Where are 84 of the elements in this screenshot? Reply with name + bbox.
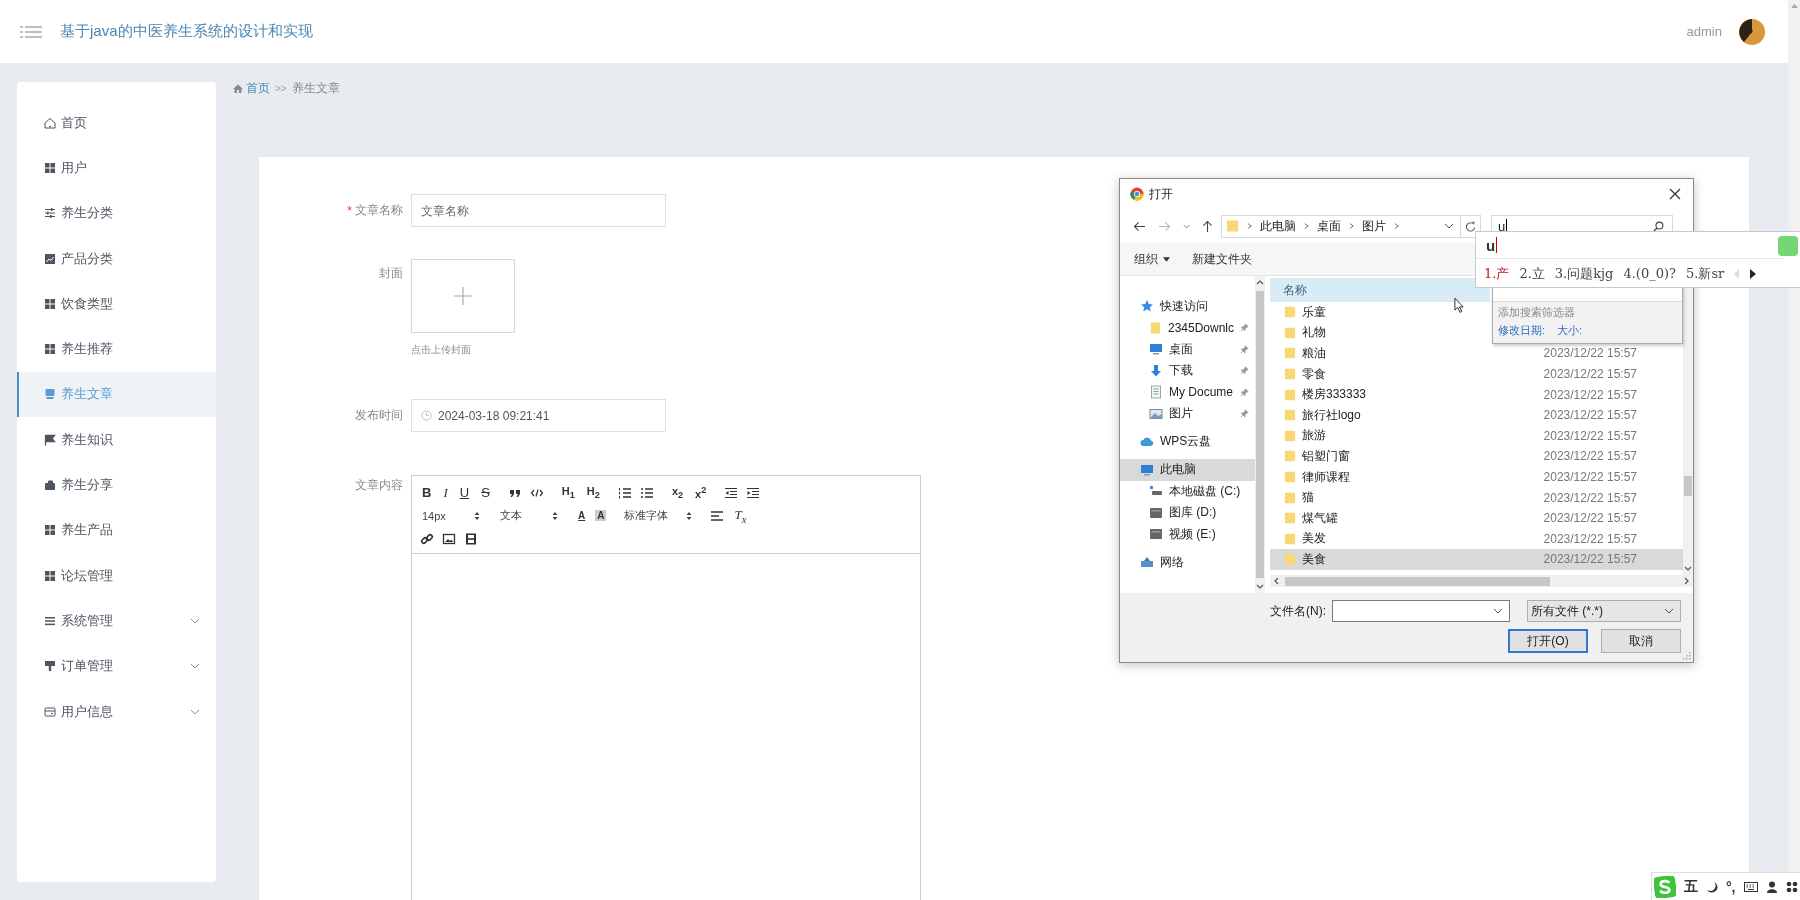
toolbar-select[interactable]: 文本 <box>498 508 560 523</box>
ime-candidate[interactable]: 2.立 <box>1519 264 1545 283</box>
file-row[interactable]: 楼房333333 2023/12/22 15:57 <box>1270 384 1683 405</box>
file-row[interactable]: 铝塑门窗 2023/12/22 15:57 <box>1270 446 1683 467</box>
path-segment[interactable]: 此电脑 <box>1260 217 1296 235</box>
clear-format-button[interactable]: T$_{x}$ <box>732 506 749 525</box>
nav-item[interactable]: 此电脑 <box>1120 458 1255 481</box>
field-label: 文章内容 <box>354 477 404 494</box>
required-mark: * <box>347 203 352 218</box>
heading-button[interactable]: H$_{2}$ <box>584 484 602 501</box>
sidebar-item[interactable]: 养生推荐 <box>17 326 216 372</box>
sidebar-item[interactable]: 养生分享 <box>17 462 216 508</box>
field-label: 文章名称 <box>355 202 403 219</box>
nav-item[interactable]: 图片 <box>1120 403 1255 425</box>
field-label: 封面 <box>378 265 404 282</box>
file-row[interactable]: 粮油 2023/12/22 15:57 <box>1270 343 1683 364</box>
nav-item[interactable]: 桌面 <box>1120 338 1255 360</box>
filter-link[interactable]: 大小: <box>1557 323 1583 338</box>
sidebar-item[interactable]: 用户信息 <box>17 688 216 735</box>
nav-item[interactable]: 视频 (E:) <box>1120 523 1255 545</box>
sidebar-item[interactable]: 首页 <box>17 100 216 146</box>
filename-label: 文件名(N): <box>1270 602 1326 620</box>
background-color-button[interactable]: A <box>595 510 607 521</box>
nav-item[interactable]: 本地磁盘 (C:) <box>1120 480 1255 502</box>
sidebar-item[interactable]: 论坛管理 <box>17 552 216 599</box>
breadcrumb-separator: >> <box>275 82 287 94</box>
date-field[interactable]: 2024-03-18 09:21:41 <box>411 399 666 432</box>
field-label: 发布时间 <box>354 407 404 424</box>
ime-input-text: u <box>1486 236 1496 254</box>
filter-link[interactable]: 修改日期: <box>1498 323 1546 338</box>
path-segment[interactable]: 桌面 <box>1317 217 1341 235</box>
ime-candidate[interactable]: 4.(0_0)? <box>1623 266 1676 281</box>
toolbar-select[interactable]: 标准字体 <box>622 508 695 523</box>
new-folder-button[interactable]: 新建文件夹 <box>1192 250 1252 268</box>
file-row[interactable]: 旅游 2023/12/22 15:57 <box>1270 425 1683 447</box>
nav-item[interactable]: 图库 (D:) <box>1120 502 1255 524</box>
sidebar-item[interactable]: 订单管理 <box>17 643 216 689</box>
file-row[interactable]: 猫 2023/12/22 15:57 <box>1270 487 1683 508</box>
heading-button[interactable]: H$_{1}$ <box>559 484 577 501</box>
dialog-button[interactable]: 取消 <box>1601 629 1681 653</box>
nav-item[interactable]: My Docume <box>1120 381 1255 403</box>
nav-item[interactable]: 快速访问 <box>1120 295 1255 317</box>
sidebar-item[interactable]: 用户 <box>17 145 216 191</box>
breadcrumb-link[interactable]: 首页 <box>246 79 270 97</box>
breadcrumb-current: 养生文章 <box>291 79 340 97</box>
sidebar-item[interactable]: 饮食类型 <box>17 281 216 327</box>
sidebar-item[interactable]: 产品分类 <box>17 235 216 282</box>
file-row[interactable]: 煤气罐 2023/12/22 15:57 <box>1270 507 1683 529</box>
bold-button[interactable]: B <box>420 485 434 500</box>
sidebar-item[interactable]: 养生分类 <box>17 190 216 236</box>
ime-mode-toggle[interactable]: °, <box>1726 878 1736 895</box>
column-header[interactable]: 名称 <box>1270 278 1490 302</box>
file-row[interactable]: 美发 2023/12/22 15:57 <box>1270 528 1683 550</box>
nav-item[interactable]: WPS云盘 <box>1120 430 1255 453</box>
file-row[interactable]: 律师课程 2023/12/22 15:57 <box>1270 466 1683 488</box>
nav-item[interactable]: 网络 <box>1120 551 1255 573</box>
ime-candidate[interactable]: 3.问题kjg <box>1554 264 1614 283</box>
underline-button[interactable]: U <box>457 485 472 500</box>
sidebar-item[interactable]: 系统管理 <box>17 598 216 644</box>
filter-title: 添加搜索筛选器 <box>1498 305 1576 320</box>
file-row[interactable]: 旅行社logo 2023/12/22 15:57 <box>1270 404 1683 426</box>
font-color-button[interactable]: A <box>576 510 588 521</box>
sidebar-item[interactable]: 养生知识 <box>17 417 216 463</box>
file-type-select[interactable]: 所有文件 (*.*) <box>1527 600 1681 622</box>
address-bar[interactable]: 此电脑 桌面 图片 <box>1221 214 1461 238</box>
ime-candidate[interactable]: 5.新sr <box>1686 264 1725 283</box>
file-row[interactable]: 零食 2023/12/22 15:57 <box>1270 363 1683 385</box>
script-button[interactable]: x$_{2}$ <box>669 484 686 501</box>
italic-button[interactable]: I <box>441 484 450 501</box>
ime-mode-toggle[interactable]: 五 <box>1684 877 1698 896</box>
dialog-button[interactable]: 打开(O) <box>1508 629 1588 653</box>
title-input[interactable]: 文章名称 <box>411 194 666 227</box>
strikethrough-button[interactable]: S <box>479 485 492 500</box>
sidebar-item[interactable]: 养生产品 <box>17 507 216 553</box>
toolbar-select[interactable]: 14px <box>420 509 482 522</box>
script-button[interactable]: x$^{2}$ <box>693 485 709 500</box>
nav-item[interactable]: 2345Downlc <box>1120 317 1255 339</box>
organize-menu-button[interactable]: 组织 <box>1134 250 1170 268</box>
file-row[interactable]: 美食 2023/12/22 15:57 <box>1270 549 1683 570</box>
app-title: 基于java的中医养生系统的设计和实现 <box>60 22 313 41</box>
nav-item[interactable]: 下载 <box>1120 360 1255 382</box>
upload-hint: 点击上传封面 <box>411 343 472 357</box>
dialog-title: 打开 <box>1149 185 1173 203</box>
path-segment[interactable]: 图片 <box>1362 217 1386 235</box>
